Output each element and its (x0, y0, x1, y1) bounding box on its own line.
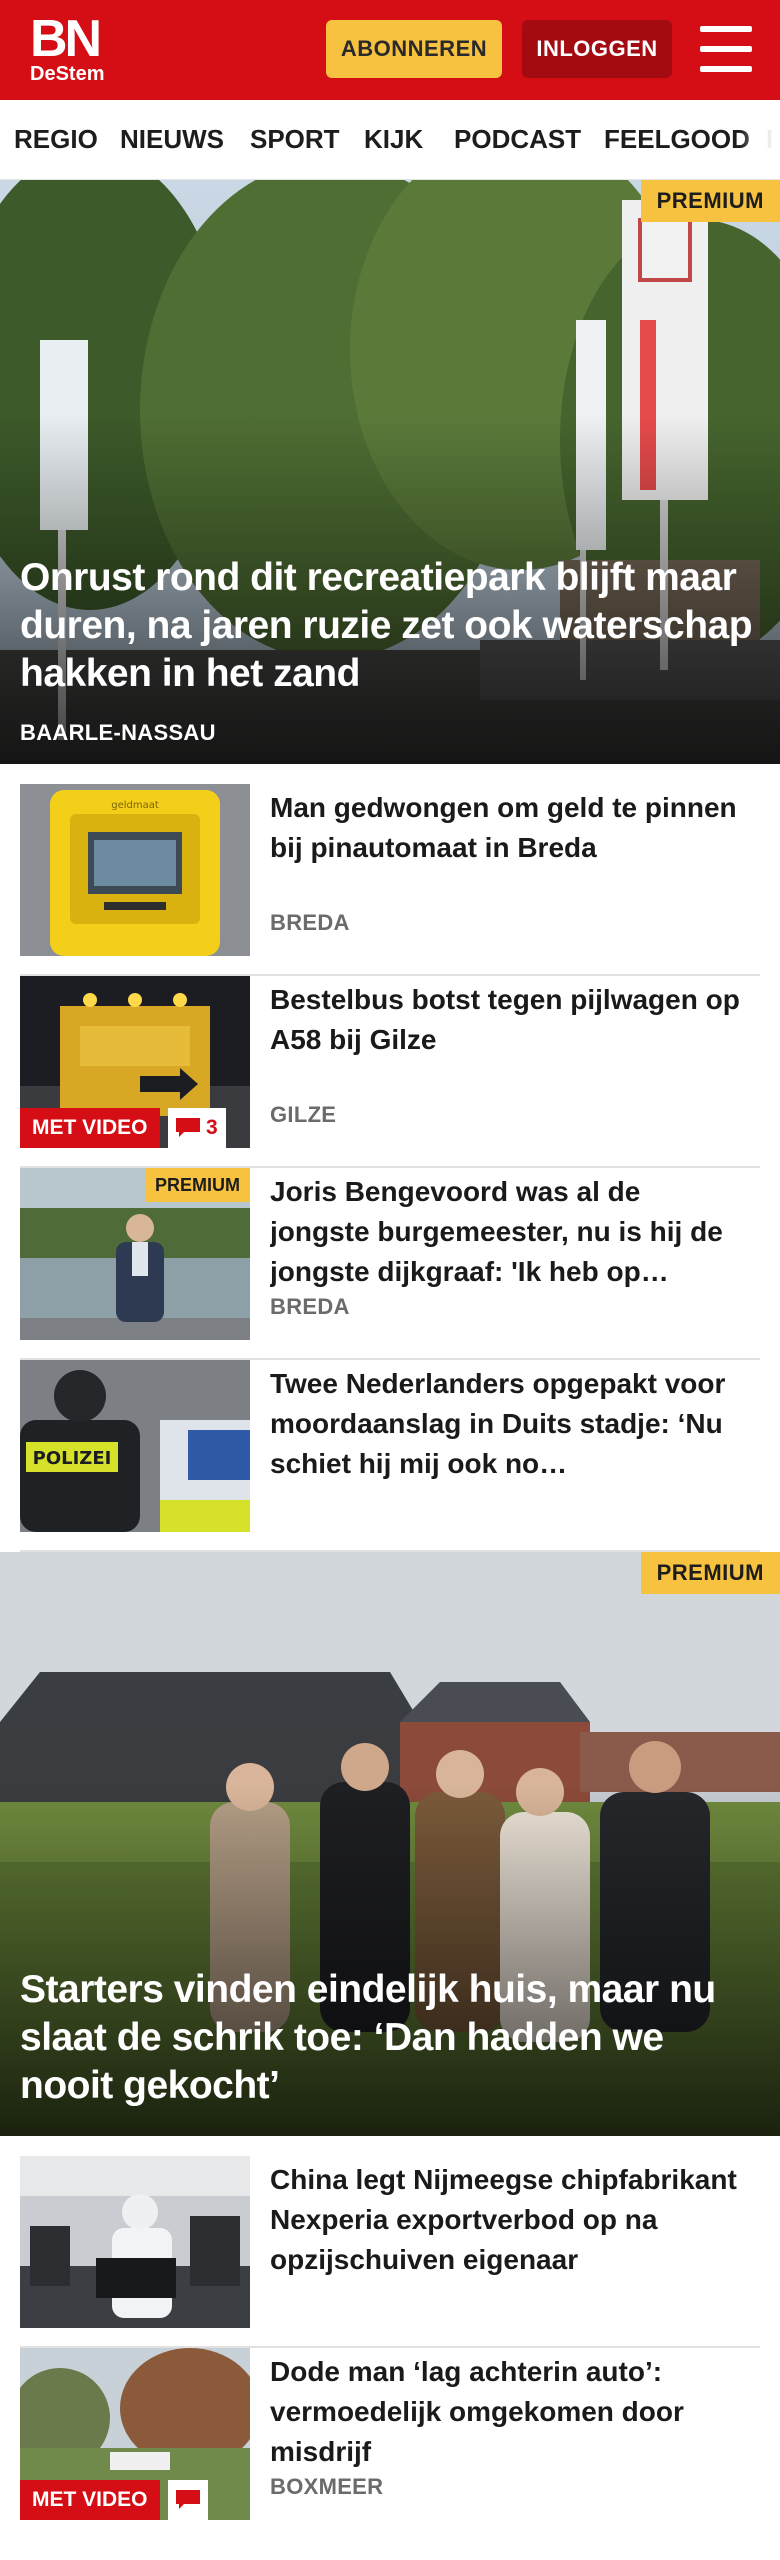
thumbnail-police: POLIZEI (20, 1360, 250, 1532)
thumb-polizei-text: POLIZEI (33, 1448, 112, 1469)
hero-article-2[interactable]: PREMIUM Starters vinden eindelijk huis, … (0, 1552, 780, 2136)
comment-count-badge[interactable]: 3 (168, 1108, 226, 1148)
list-item[interactable]: China legt Nijmeegse chipfabri­kant Nexp… (20, 2156, 760, 2348)
video-badge: MET VIDEO (20, 2480, 160, 2520)
article-title[interactable]: Man gedwongen om geld te pinnen bij pina… (270, 788, 740, 868)
svg-text:geldmaat: geldmaat (111, 800, 159, 811)
bn-destem-logo[interactable]: BN DeStem (30, 10, 110, 86)
list-item[interactable]: MET VIDEO 3 Bestelbus botst tegen pijlwa… (20, 976, 760, 1168)
list-item[interactable]: geldmaat Man gedwongen om geld te pinnen… (20, 784, 760, 976)
article-location: BREDA (270, 1294, 350, 1319)
article-location: BOXMEER (270, 2474, 384, 2499)
article-title[interactable]: Joris Bengevoord was al de jongste burge… (270, 1172, 740, 1292)
nav-item-kijk[interactable]: KIJK (364, 100, 423, 179)
logo-sub-text: DeStem (30, 63, 105, 85)
nav-item-sport[interactable]: SPORT (250, 100, 340, 179)
nav-fade (740, 100, 780, 179)
thumbnail-arrow-truck: MET VIDEO 3 (20, 976, 250, 1148)
hero-article-1[interactable]: PREMIUM Onrust rond dit recreatiepark bl… (0, 180, 780, 764)
premium-badge: PREMIUM (145, 1168, 250, 1202)
article-title[interactable]: China legt Nijmeegse chipfabri­kant Nexp… (270, 2160, 740, 2280)
list-item[interactable]: POLIZEI Twee Nederlanders opgepakt voor … (20, 1360, 760, 1552)
list-item[interactable]: MET VIDEO Dode man ‘lag achterin auto’: … (20, 2348, 760, 2540)
logo-bn-text: BN (30, 10, 102, 68)
nav-item-regio[interactable]: REGIO (14, 100, 98, 179)
nav-item-podcast[interactable]: PODCAST (454, 100, 581, 179)
hero-title[interactable]: Onrust rond dit recreatiepark blijft maa… (20, 554, 760, 698)
nav-item-feelgood[interactable]: FEELGOOD (604, 100, 750, 179)
nav-item-nieuws[interactable]: NIEUWS (120, 100, 224, 179)
thumbnail-portrait-lake: PREMIUM (20, 1168, 250, 1340)
thumbnail-atm: geldmaat (20, 784, 250, 956)
premium-badge: PREMIUM (640, 180, 780, 222)
site-header: BN DeStem ABONNEREN INLOGGEN (0, 0, 780, 100)
article-title[interactable]: Twee Nederlanders opgepakt voor moordaan… (270, 1364, 740, 1484)
hero-location: BAARLE-NASSAU (20, 720, 216, 745)
comment-badge[interactable] (168, 2480, 208, 2520)
thumbnail-crime-scene: MET VIDEO (20, 2348, 250, 2520)
comment-icon (176, 2490, 200, 2509)
article-title[interactable]: Dode man ‘lag achterin auto’: vermoedeli… (270, 2352, 740, 2472)
list-item[interactable]: PREMIUM Joris Bengevoord was al de jongs… (20, 1168, 760, 1360)
comment-icon (176, 1118, 200, 1137)
article-location: GILZE (270, 1102, 337, 1127)
hero-title[interactable]: Starters vinden eindelijk huis, maar nu … (20, 1966, 760, 2110)
subscribe-button[interactable]: ABONNEREN (326, 20, 502, 78)
login-button[interactable]: INLOGGEN (522, 20, 672, 78)
video-badge: MET VIDEO (20, 1108, 160, 1148)
hamburger-menu-icon[interactable] (700, 24, 752, 74)
thumbnail-chip-lab (20, 2156, 250, 2328)
article-title[interactable]: Bestelbus botst tegen pijlwagen op A58 b… (270, 980, 740, 1060)
comment-count: 3 (206, 1116, 218, 1139)
section-nav: REGIO NIEUWS SPORT KIJK PODCAST FEELGOOD… (0, 100, 780, 180)
article-location: BREDA (270, 910, 350, 935)
premium-badge: PREMIUM (640, 1552, 780, 1594)
